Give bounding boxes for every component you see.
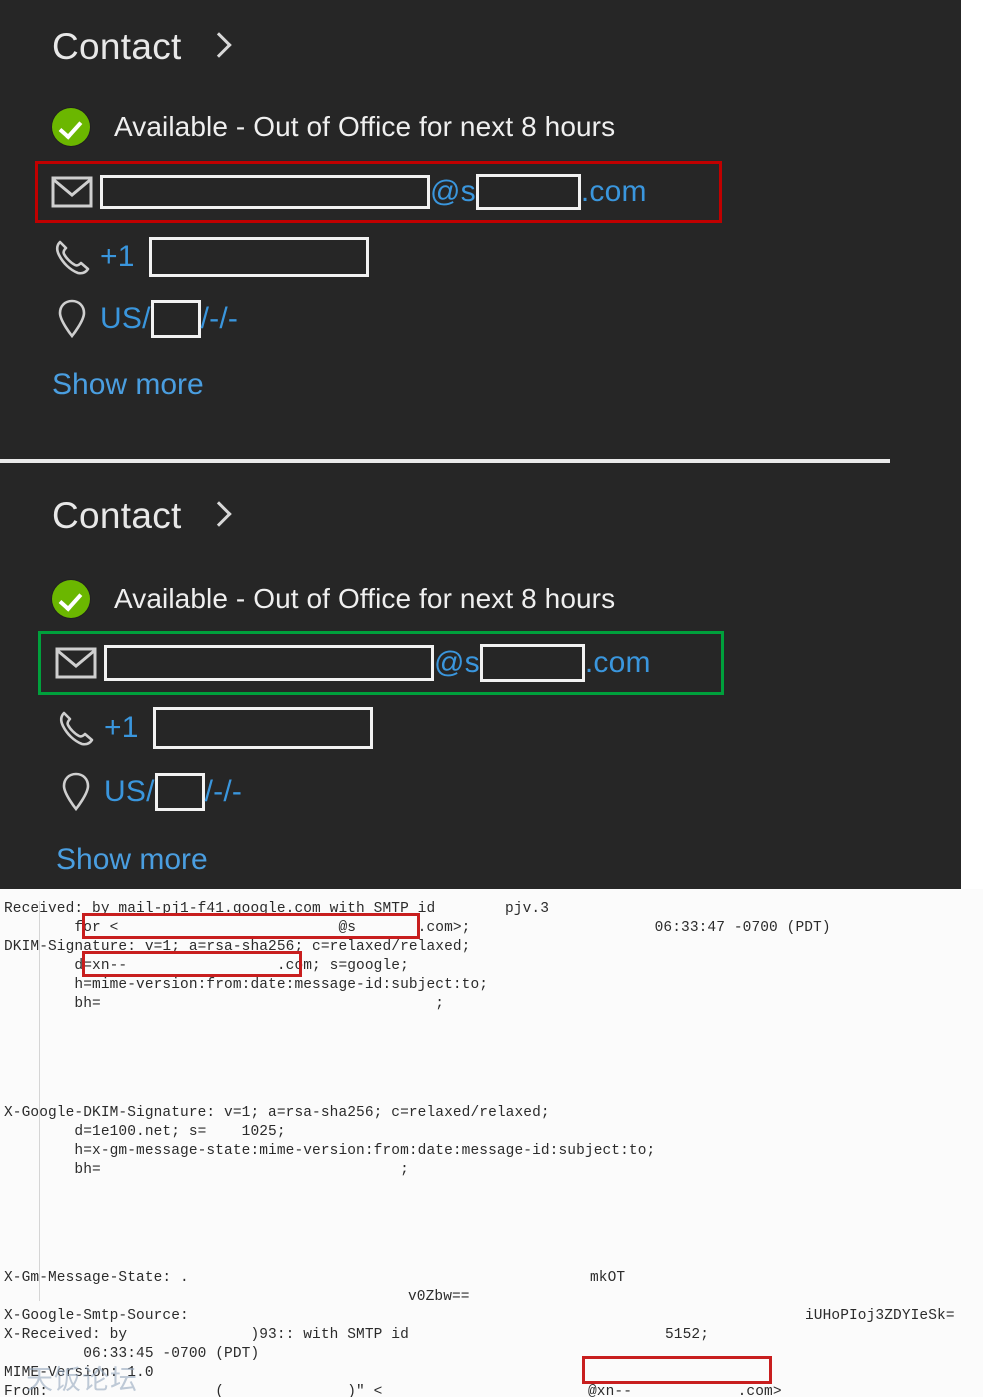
phone-icon	[44, 237, 100, 277]
available-check-icon	[52, 108, 90, 146]
redaction-email-local	[100, 175, 430, 209]
page-title-2: Contact	[52, 495, 182, 536]
header-line: 5152;	[665, 1327, 710, 1343]
email-at-separator: @s	[430, 175, 476, 208]
header-line: h=mime-version:from:date:message-id:subj…	[4, 977, 489, 993]
redaction-email-domain	[475, 174, 581, 210]
location-suffix: /-/-	[204, 775, 243, 808]
header-line: d=1e100.net; s= 1025;	[4, 1124, 286, 1140]
email-address-value-2: @s .com	[104, 644, 651, 682]
header-line: X-Google-DKIM-Signature: v=1; a=rsa-sha2…	[4, 1105, 550, 1121]
header-line: 06:33:47 -0700 (PDT)	[505, 920, 831, 936]
header-line: @xn-- .com>	[588, 1384, 782, 1397]
phone-number-value-2: +1	[104, 707, 373, 749]
location-row-1[interactable]: US/ /-/-	[44, 294, 238, 344]
redaction-location-region	[154, 773, 205, 811]
show-more-link-1[interactable]: Show more	[52, 368, 204, 402]
header-highlight-dkim-domain	[82, 951, 302, 977]
email-tld: .com	[580, 175, 647, 208]
location-suffix: /-/-	[200, 302, 239, 335]
phone-icon	[48, 708, 104, 748]
location-pin-icon	[44, 298, 100, 340]
location-pin-icon	[48, 771, 104, 813]
email-row-2[interactable]: @s .com	[48, 637, 651, 689]
redaction-email-domain	[479, 644, 585, 682]
location-prefix: US/	[104, 775, 155, 808]
email-tld: .com	[584, 646, 651, 679]
redaction-email-local	[104, 645, 434, 681]
header-line: X-Google-Smtp-Source:	[4, 1308, 189, 1324]
header-line: v0Zbw==	[408, 1289, 470, 1305]
status-text: Available - Out of Office for next 8 hou…	[114, 111, 616, 142]
available-check-icon	[52, 580, 90, 618]
availability-status-1: Available - Out of Office for next 8 hou…	[52, 108, 615, 146]
header-line: h=x-gm-message-state:mime-version:from:d…	[4, 1143, 656, 1159]
envelope-icon	[48, 647, 104, 679]
header-highlight-for-recipient	[82, 913, 420, 939]
location-value: US/ /-/-	[100, 300, 238, 338]
phone-country-code: +1	[104, 711, 139, 744]
phone-number-value: +1	[100, 237, 369, 277]
email-address-value: @s .com	[100, 174, 647, 210]
contact-header-1[interactable]: Contact	[52, 28, 230, 65]
status-text-2: Available - Out of Office for next 8 hou…	[114, 583, 616, 614]
phone-country-code: +1	[100, 240, 135, 273]
phone-row-1[interactable]: +1	[44, 232, 369, 282]
header-line: mkOT	[590, 1270, 626, 1286]
header-line: X-Received: by )93:: with SMTP id	[4, 1327, 409, 1343]
header-line: X-Gm-Message-State: .	[4, 1270, 189, 1286]
location-row-2[interactable]: US/ /-/-	[48, 767, 242, 817]
header-line: iUHoPIoj3ZDYIeSk=	[805, 1308, 955, 1324]
show-more-link-2[interactable]: Show more	[56, 843, 208, 877]
phone-row-2[interactable]: +1	[48, 703, 373, 753]
chevron-right-icon[interactable]	[208, 499, 230, 533]
header-highlight-from-domain	[582, 1356, 772, 1384]
chevron-right-icon[interactable]	[208, 30, 230, 64]
redaction-location-region	[150, 300, 201, 338]
header-line: bh= ;	[4, 1162, 409, 1178]
availability-status-2: Available - Out of Office for next 8 hou…	[52, 580, 615, 618]
header-line: pjv.3	[505, 901, 550, 917]
page-title: Contact	[52, 26, 182, 67]
email-row-1[interactable]: @s .com	[44, 166, 647, 218]
forum-watermark-overlay: 天饭论坛	[26, 1365, 138, 1396]
email-at-separator: @s	[434, 646, 480, 679]
location-prefix: US/	[100, 302, 151, 335]
header-line: bh= ;	[4, 996, 445, 1012]
redaction-phone-number	[148, 237, 369, 277]
contact-header-2[interactable]: Contact	[52, 497, 230, 534]
email-headers-panel: Received: by mail-pj1-f41.google.com wit…	[0, 889, 983, 1397]
location-value-2: US/ /-/-	[104, 773, 242, 811]
envelope-icon	[44, 176, 100, 208]
card-divider	[0, 459, 890, 463]
redaction-phone-number	[152, 707, 373, 749]
contact-panel: Contact Available - Out of Office for ne…	[0, 0, 961, 889]
